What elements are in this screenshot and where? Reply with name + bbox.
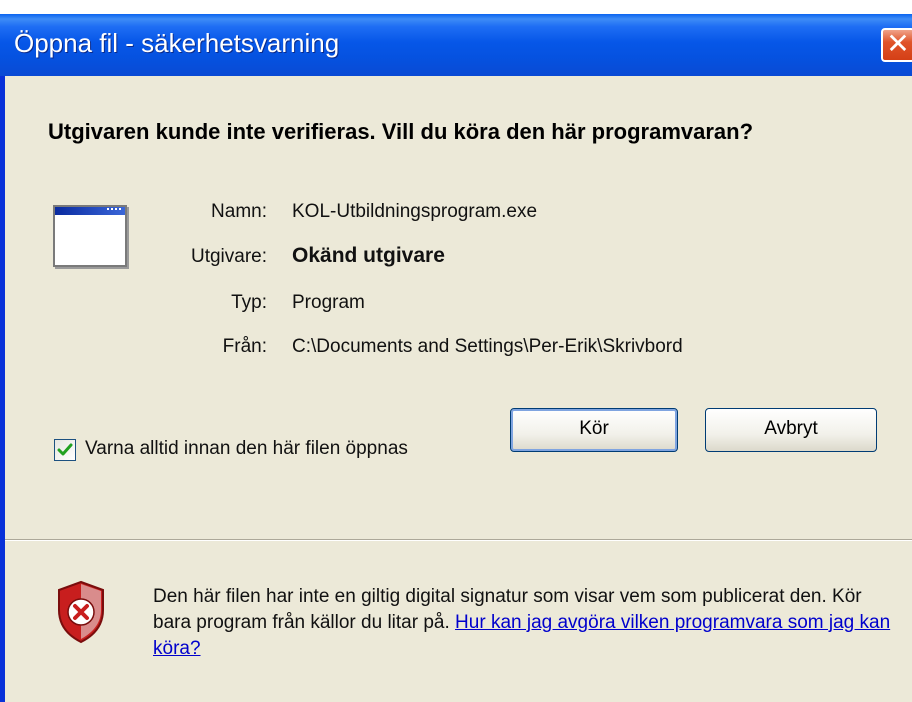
warn-always-label[interactable]: Varna alltid innan den här filen öppnas xyxy=(85,438,408,460)
field-label-publisher: Utgivare: xyxy=(190,246,267,267)
run-button[interactable]: Kör xyxy=(510,408,678,452)
dialog-title: Öppna fil - säkerhetsvarning xyxy=(14,28,340,58)
warning-message: Den här filen har inte en giltig digital… xyxy=(153,584,893,662)
field-value-from: C:\Documents and Settings\Per-Erik\Skriv… xyxy=(292,336,683,357)
close-icon: ✕ xyxy=(886,28,910,59)
title-bar[interactable]: Öppna fil - säkerhetsvarning ✕ xyxy=(0,14,912,76)
field-value-name: KOL-Utbildningsprogram.exe xyxy=(292,201,538,222)
field-value-type: Program xyxy=(292,292,365,313)
dialog-headline: Utgivaren kunde inte verifieras. Vill du… xyxy=(48,119,754,144)
dialog-body: Utgivaren kunde inte verifieras. Vill du… xyxy=(5,76,912,556)
close-button[interactable]: ✕ xyxy=(881,28,912,62)
checkmark-icon xyxy=(57,443,73,456)
cancel-button[interactable]: Avbryt xyxy=(705,408,877,452)
security-warning-dialog: Öppna fil - säkerhetsvarning ✕ Utgivaren… xyxy=(0,14,912,702)
field-value-publisher: Okänd utgivare xyxy=(292,244,445,267)
field-label-name: Namn: xyxy=(211,201,267,222)
security-shield-icon xyxy=(58,580,104,644)
section-divider xyxy=(5,539,912,541)
field-label-type: Typ: xyxy=(231,292,267,313)
field-label-from: Från: xyxy=(222,336,267,357)
warn-always-checkbox[interactable] xyxy=(54,439,76,461)
screenshot-stage: Öppna fil - säkerhetsvarning ✕ Utgivaren… xyxy=(0,0,912,702)
